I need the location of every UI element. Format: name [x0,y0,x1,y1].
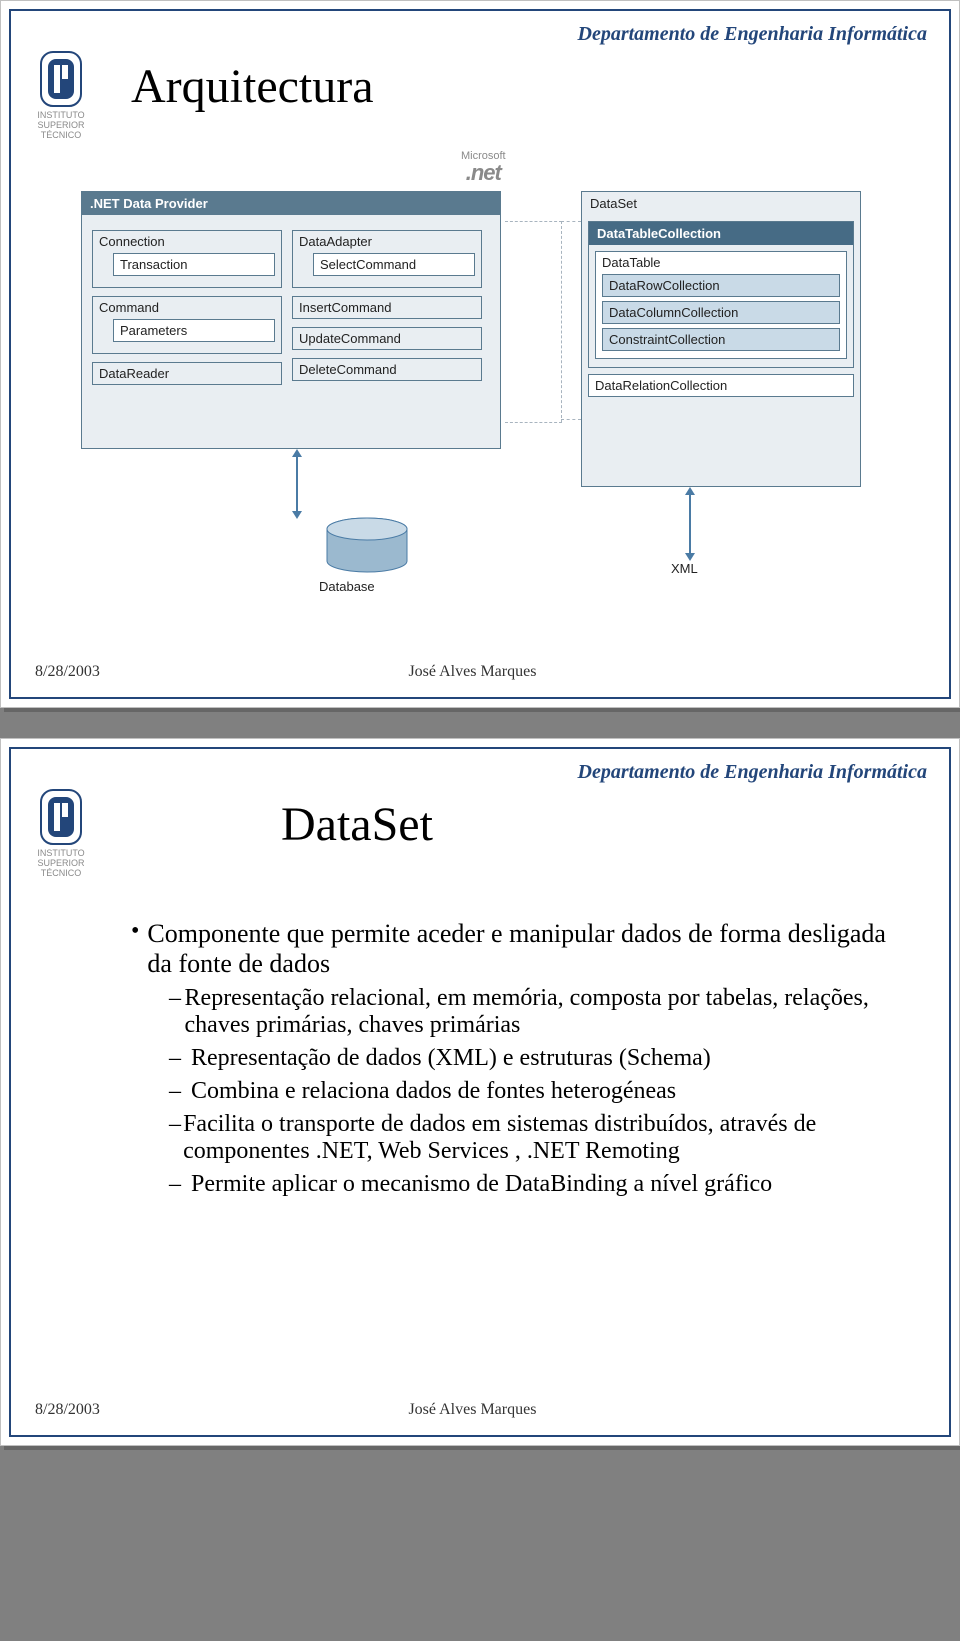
slide-arquitectura: Departamento de Engenharia Informática I… [9,9,951,699]
bullet-level2: – Facilita o transporte de dados em sist… [169,1111,909,1165]
dotnet-logo: Microsoft .net [461,151,506,184]
institution-logo: INSTITUTO SUPERIOR TÉCNICO [31,789,91,879]
slide-dataset: Departamento de Engenharia Informática I… [9,747,951,1437]
datatablecollection-box: DataTableCollection DataTable DataRowCol… [588,221,854,368]
bullet-level1: • Componente que permite aceder e manipu… [131,919,909,979]
bullet-dash-icon: – [169,985,185,1039]
dataadapter-box: DataAdapter SelectCommand [292,230,482,288]
bullet-dot-icon: • [131,919,147,979]
bullet-text: Combina e relaciona dados de fontes hete… [191,1078,676,1105]
net-brand: .net [461,162,506,184]
database-label: Database [319,579,375,594]
connection-box: Connection Transaction [92,230,282,288]
selectcommand-box: SelectCommand [313,253,475,276]
database-icon [321,517,413,577]
bullet-level2: – Permite aplicar o mecanismo de DataBin… [169,1171,909,1198]
provider-header: .NET Data Provider [82,192,500,215]
bullet-dash-icon: – [169,1045,191,1072]
command-box: Command Parameters [92,296,282,354]
bullet-text: Componente que permite aceder e manipula… [147,919,909,979]
deletecommand-box: DeleteCommand [292,358,482,381]
transaction-box: Transaction [113,253,275,276]
bullet-text: Permite aplicar o mecanismo de DataBindi… [191,1171,772,1198]
architecture-diagram: Microsoft .net .NET Data Provider Connec… [81,161,881,621]
parameters-box: Parameters [113,319,275,342]
bullet-text: Representação relacional, em memória, co… [185,985,909,1039]
bracket [505,221,562,423]
logo-text: INSTITUTO SUPERIOR TÉCNICO [31,849,91,879]
db-arrow [296,455,298,513]
slide-title: DataSet [281,797,433,852]
institution-logo: INSTITUTO SUPERIOR TÉCNICO [31,51,91,141]
xml-label: XML [671,561,698,576]
net-data-provider-box: .NET Data Provider Connection Transactio… [81,191,501,449]
insertcommand-box: InsertCommand [292,296,482,319]
bullet-list: • Componente que permite aceder e manipu… [131,919,909,1198]
datareader-box: DataReader [92,362,282,385]
bracket-top-lead [561,221,581,222]
bullet-level2: – Combina e relaciona dados de fontes he… [169,1078,909,1105]
updatecommand-box: UpdateCommand [292,327,482,350]
footer-author: José Alves Marques [20,1401,925,1419]
logo-text: INSTITUTO SUPERIOR TÉCNICO [31,111,91,141]
dept-header: Departamento de Engenharia Informática [578,761,927,784]
bullet-level2: – Representação de dados (XML) e estrutu… [169,1045,909,1072]
bracket-bot-lead [561,419,581,420]
slide-title: Arquitectura [131,59,374,114]
datarowcollection-box: DataRowCollection [602,274,840,297]
bullet-dash-icon: – [169,1111,183,1165]
bullet-dash-icon: – [169,1078,191,1105]
datarelationcollection-box: DataRelationCollection [588,374,854,397]
datacolumncollection-box: DataColumnCollection [602,301,840,324]
dataset-box: DataSet DataTableCollection DataTable Da… [581,191,861,487]
bullet-text: Representação de dados (XML) e estrutura… [191,1045,711,1072]
datatablecollection-header: DataTableCollection [589,222,853,245]
xml-arrow [689,493,691,555]
datatable-box: DataTable DataRowCollection DataColumnCo… [595,251,847,359]
constraintcollection-box: ConstraintCollection [602,328,840,351]
dataset-header: DataSet [582,192,860,215]
bullet-dash-icon: – [169,1171,191,1198]
bullet-text: Facilita o transporte de dados em sistem… [183,1111,909,1165]
footer-author: José Alves Marques [20,663,925,681]
bullet-level2: – Representação relacional, em memória, … [169,985,909,1039]
dept-header: Departamento de Engenharia Informática [578,23,927,46]
